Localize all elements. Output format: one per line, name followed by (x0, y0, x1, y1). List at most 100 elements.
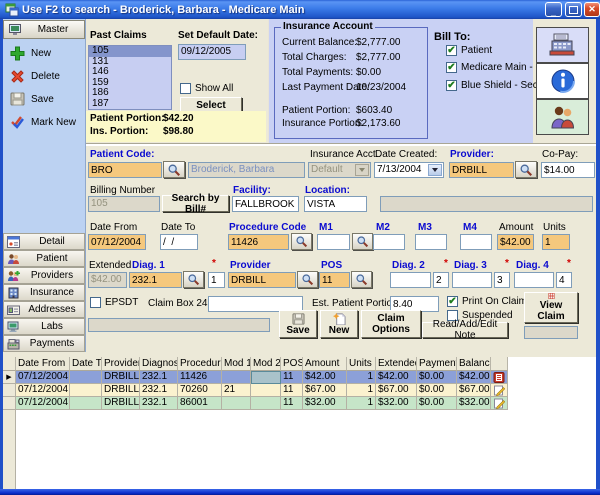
read-add-edit-note-button[interactable]: Read/Add/Edit Note (422, 322, 508, 338)
procedure-code-field[interactable] (228, 234, 289, 250)
col-header[interactable]: Extended (376, 357, 417, 371)
date-created-combo[interactable]: 7/13/2004 (374, 162, 444, 178)
date-from-field[interactable] (88, 234, 146, 250)
list-item[interactable]: 187 (89, 99, 171, 110)
diag4-pointer-field[interactable] (556, 272, 572, 288)
sidebar-item-mark-new[interactable]: Mark New (10, 115, 76, 129)
extended-label: Extended (89, 261, 131, 271)
diag4-field[interactable] (514, 272, 554, 288)
col-header[interactable]: Payments (417, 357, 457, 371)
date-to-field[interactable] (160, 234, 198, 250)
m3-field[interactable] (415, 234, 447, 250)
patient-code-field[interactable] (88, 162, 162, 178)
list-item[interactable]: 186 (89, 88, 171, 99)
table-cell: 1 (347, 384, 376, 397)
diag2-pointer-field[interactable] (433, 272, 449, 288)
sidebar-item-detail[interactable]: Detail (3, 233, 85, 250)
col-header[interactable]: POS (281, 357, 303, 371)
table-cell-active[interactable] (251, 371, 281, 384)
view-claim-button[interactable]: View Claim (524, 292, 578, 323)
application-window: Use F2 to search - Broderick, Barbara - … (0, 0, 600, 495)
diag1-required-marker: * (212, 259, 216, 269)
dropdown-icon[interactable] (428, 164, 442, 176)
payments-icon (7, 338, 20, 350)
sidebar-item-providers[interactable]: Providers (3, 267, 85, 284)
billing-tool-button[interactable] (536, 27, 589, 63)
col-header[interactable]: Diagnosis (140, 357, 178, 371)
facility-field[interactable] (232, 196, 299, 212)
col-header[interactable]: Mod 1 (222, 357, 251, 371)
pos-field[interactable] (319, 272, 350, 288)
show-all-checkbox[interactable]: Show All (180, 83, 233, 94)
m1-field[interactable] (317, 234, 350, 250)
minimize-button[interactable]: _ (545, 2, 562, 17)
patients-tool-button[interactable] (536, 99, 589, 135)
info-tool-button[interactable] (536, 63, 589, 99)
diag1-pointer-field[interactable] (208, 272, 225, 288)
m4-field[interactable] (460, 234, 492, 250)
save-button[interactable]: Save (279, 310, 317, 338)
table-cell: 11 (281, 384, 303, 397)
amount-field[interactable] (497, 234, 534, 250)
diag1-field[interactable] (129, 272, 182, 288)
col-header[interactable]: Procedure (178, 357, 222, 371)
pos-search-button[interactable] (351, 271, 372, 288)
sidebar-item-label: New (31, 48, 51, 59)
col-header[interactable]: Date From (16, 357, 70, 371)
sidebar-item-new[interactable]: New (10, 46, 51, 61)
print-on-claim-checkbox[interactable]: ✔Print On Claim? (447, 296, 533, 307)
set-default-date-field[interactable]: 09/12/2005 (178, 44, 246, 60)
bill-to-patient-checkbox[interactable]: ✔Patient (446, 45, 492, 56)
col-header[interactable]: Provider (102, 357, 140, 371)
col-header[interactable]: Mod 2 (251, 357, 281, 371)
procedure-search-button[interactable] (291, 233, 312, 250)
provider-search-button[interactable] (515, 161, 537, 178)
location-field[interactable] (304, 196, 367, 212)
diag3-field[interactable] (452, 272, 492, 288)
diag2-field[interactable] (390, 272, 431, 288)
list-item[interactable]: 146 (89, 67, 171, 78)
row-edit-button[interactable] (491, 397, 508, 410)
new-button[interactable]: New (320, 310, 358, 338)
m2-field[interactable] (373, 234, 405, 250)
col-header[interactable]: Units (347, 357, 376, 371)
window-border-bottom (0, 489, 600, 495)
epsdt-checkbox[interactable]: EPSDT (90, 297, 138, 308)
provider-field[interactable] (449, 162, 514, 178)
diag3-pointer-field[interactable] (494, 272, 510, 288)
maximize-button[interactable] (565, 2, 582, 17)
sidebar-item-save[interactable]: Save (10, 92, 54, 106)
row-edit-button[interactable] (491, 384, 508, 397)
diag1-search-button[interactable] (183, 271, 204, 288)
search-by-bill-button[interactable]: Search by Bill# (162, 195, 229, 212)
table-row[interactable]: 07/12/2004 DRBILL 232.1 70260 21 11 $67.… (3, 384, 508, 397)
col-header[interactable]: Date To (70, 357, 102, 371)
bill-to-title: Bill To: (434, 32, 470, 42)
col-header[interactable]: Balance (457, 357, 491, 371)
list-item[interactable]: 105 (89, 46, 171, 57)
table-cell (70, 397, 102, 410)
row-note-button[interactable] (491, 371, 508, 384)
sidebar-item-payments[interactable]: Payments (3, 335, 85, 352)
master-button[interactable]: Master (3, 20, 85, 39)
sidebar-item-label: Insurance (20, 287, 84, 298)
current-balance-value: $2,777.00 (356, 38, 401, 48)
claim-options-button[interactable]: Claim Options (361, 310, 421, 338)
sidebar-item-insurance[interactable]: Insurance (3, 284, 85, 301)
total-payments-value: $0.00 (356, 68, 381, 78)
past-claims-listbox[interactable]: 105 131 146 159 186 187 (88, 45, 172, 110)
patient-code-search-button[interactable] (163, 161, 185, 178)
line-provider-search-button[interactable] (297, 271, 318, 288)
sidebar-item-labs[interactable]: Labs (3, 318, 85, 335)
line-provider-field[interactable] (228, 272, 296, 288)
table-row[interactable]: 07/12/2004 DRBILL 232.1 86001 11 $32.00 … (3, 397, 508, 410)
sidebar-item-addresses[interactable]: Addresses (3, 301, 85, 318)
table-row[interactable]: ▶ 07/12/2004 DRBILL 232.1 11426 11 $42.0… (3, 371, 508, 384)
col-header[interactable]: Amount (303, 357, 347, 371)
m1-search-button[interactable] (352, 233, 373, 250)
copay-field[interactable] (541, 162, 595, 178)
units-field[interactable] (542, 234, 570, 250)
close-button[interactable]: ✕ (584, 2, 600, 17)
sidebar-item-delete[interactable]: Delete (10, 69, 60, 84)
sidebar-item-patient[interactable]: Patient (3, 250, 85, 267)
